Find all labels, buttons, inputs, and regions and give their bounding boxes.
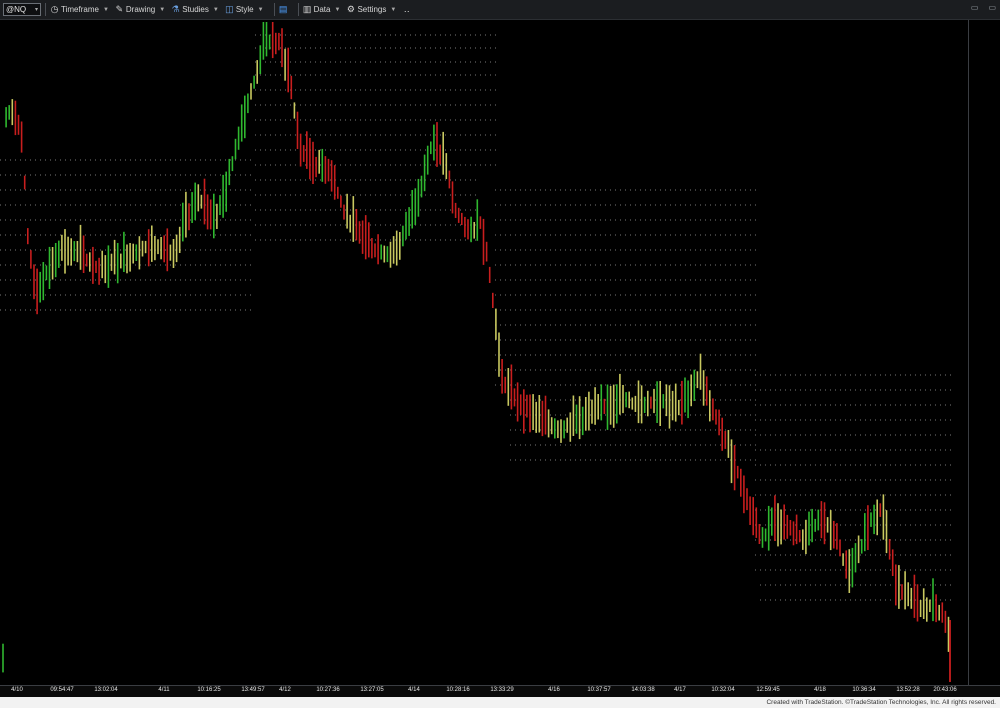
time-axis-label: 4/12 <box>279 687 291 693</box>
clock-icon: ◷ <box>50 4 59 14</box>
drawing-button[interactable]: ✎ Drawing ▼ <box>115 4 166 14</box>
chevron-down-icon: ▼ <box>334 6 341 13</box>
symbol-input[interactable]: @NQ ▾ <box>3 3 41 16</box>
price-chart-canvas[interactable] <box>0 20 968 685</box>
chevron-down-icon: ▼ <box>102 6 109 13</box>
time-axis-label: 20:43:06 <box>933 687 957 693</box>
time-axis-label: 10:36:34 <box>852 687 876 693</box>
time-axis-label: 12:59:45 <box>756 687 780 693</box>
window-controls: ▭ ▭ <box>971 3 996 12</box>
maximize-icon[interactable]: ▭ <box>988 3 996 12</box>
studies-button[interactable]: ⚗ Studies ▼ <box>171 4 219 14</box>
chevron-down-icon: ▼ <box>257 6 264 13</box>
time-axis-label: 10:27:36 <box>316 687 340 693</box>
gear-icon: ⚙ <box>346 4 355 14</box>
time-axis-label: 10:28:16 <box>446 687 470 693</box>
symbol-label: @NQ <box>6 5 27 14</box>
chevron-down-icon: ▼ <box>390 6 397 13</box>
price-chart[interactable] <box>0 20 968 685</box>
time-axis-label: 10:16:25 <box>197 687 221 693</box>
timeframe-button[interactable]: ◷ Timeframe ▼ <box>50 4 109 14</box>
time-axis-label: 13:27:05 <box>360 687 384 693</box>
time-axis-label: 13:02:04 <box>94 687 118 693</box>
toolbar-divider <box>45 3 46 16</box>
studies-label: Studies <box>182 5 209 14</box>
toolbar-divider <box>273 3 275 16</box>
copyright-notice: Created with TradeStation. ©TradeStation… <box>0 697 1000 708</box>
minimize-icon[interactable]: ▭ <box>971 3 979 12</box>
overflow-button[interactable]: ‥ <box>402 4 411 14</box>
panes-icon: ▤ <box>278 4 288 14</box>
more-icon: ‥ <box>403 4 410 14</box>
time-axis-label: 4/14 <box>408 687 420 693</box>
time-axis-label: 4/17 <box>674 687 686 693</box>
time-axis-label: 10:32:04 <box>711 687 735 693</box>
panes-button[interactable]: ▤ <box>278 4 288 14</box>
time-axis-label: 09:54:47 <box>50 687 74 693</box>
bar-chart-icon: ▥ <box>302 4 312 14</box>
style-icon: ◫ <box>225 4 234 14</box>
time-axis-label: 4/18 <box>814 687 826 693</box>
time-axis-label: 14:03:38 <box>631 687 655 693</box>
timeframe-label: Timeframe <box>61 5 99 14</box>
data-label: Data <box>313 5 331 14</box>
chart-toolbar: @NQ ▾ ◷ Timeframe ▼ ✎ Drawing ▼ ⚗ Studie… <box>0 0 1000 20</box>
time-axis-label: 13:52:28 <box>896 687 920 693</box>
chevron-down-icon: ▾ <box>34 7 38 13</box>
toolbar-divider <box>297 3 299 16</box>
chevron-down-icon: ▼ <box>212 6 219 13</box>
pencil-icon: ✎ <box>115 4 124 14</box>
time-axis-label: 13:49:57 <box>241 687 265 693</box>
drawing-label: Drawing <box>125 5 156 14</box>
flask-icon: ⚗ <box>171 4 180 14</box>
style-button[interactable]: ◫ Style ▼ <box>225 4 264 14</box>
style-label: Style <box>235 5 254 14</box>
chevron-down-icon: ▼ <box>159 6 166 13</box>
time-axis-label: 4/10 <box>11 687 23 693</box>
time-axis-label: 4/16 <box>548 687 560 693</box>
settings-label: Settings <box>357 5 387 14</box>
time-axis-label: 13:33:29 <box>490 687 514 693</box>
time-axis-label: 4/11 <box>158 687 170 693</box>
settings-button[interactable]: ⚙ Settings ▼ <box>346 4 397 14</box>
price-axis[interactable] <box>968 20 1000 685</box>
data-button[interactable]: ▥ Data ▼ <box>302 4 341 14</box>
time-axis-label: 10:37:57 <box>587 687 611 693</box>
